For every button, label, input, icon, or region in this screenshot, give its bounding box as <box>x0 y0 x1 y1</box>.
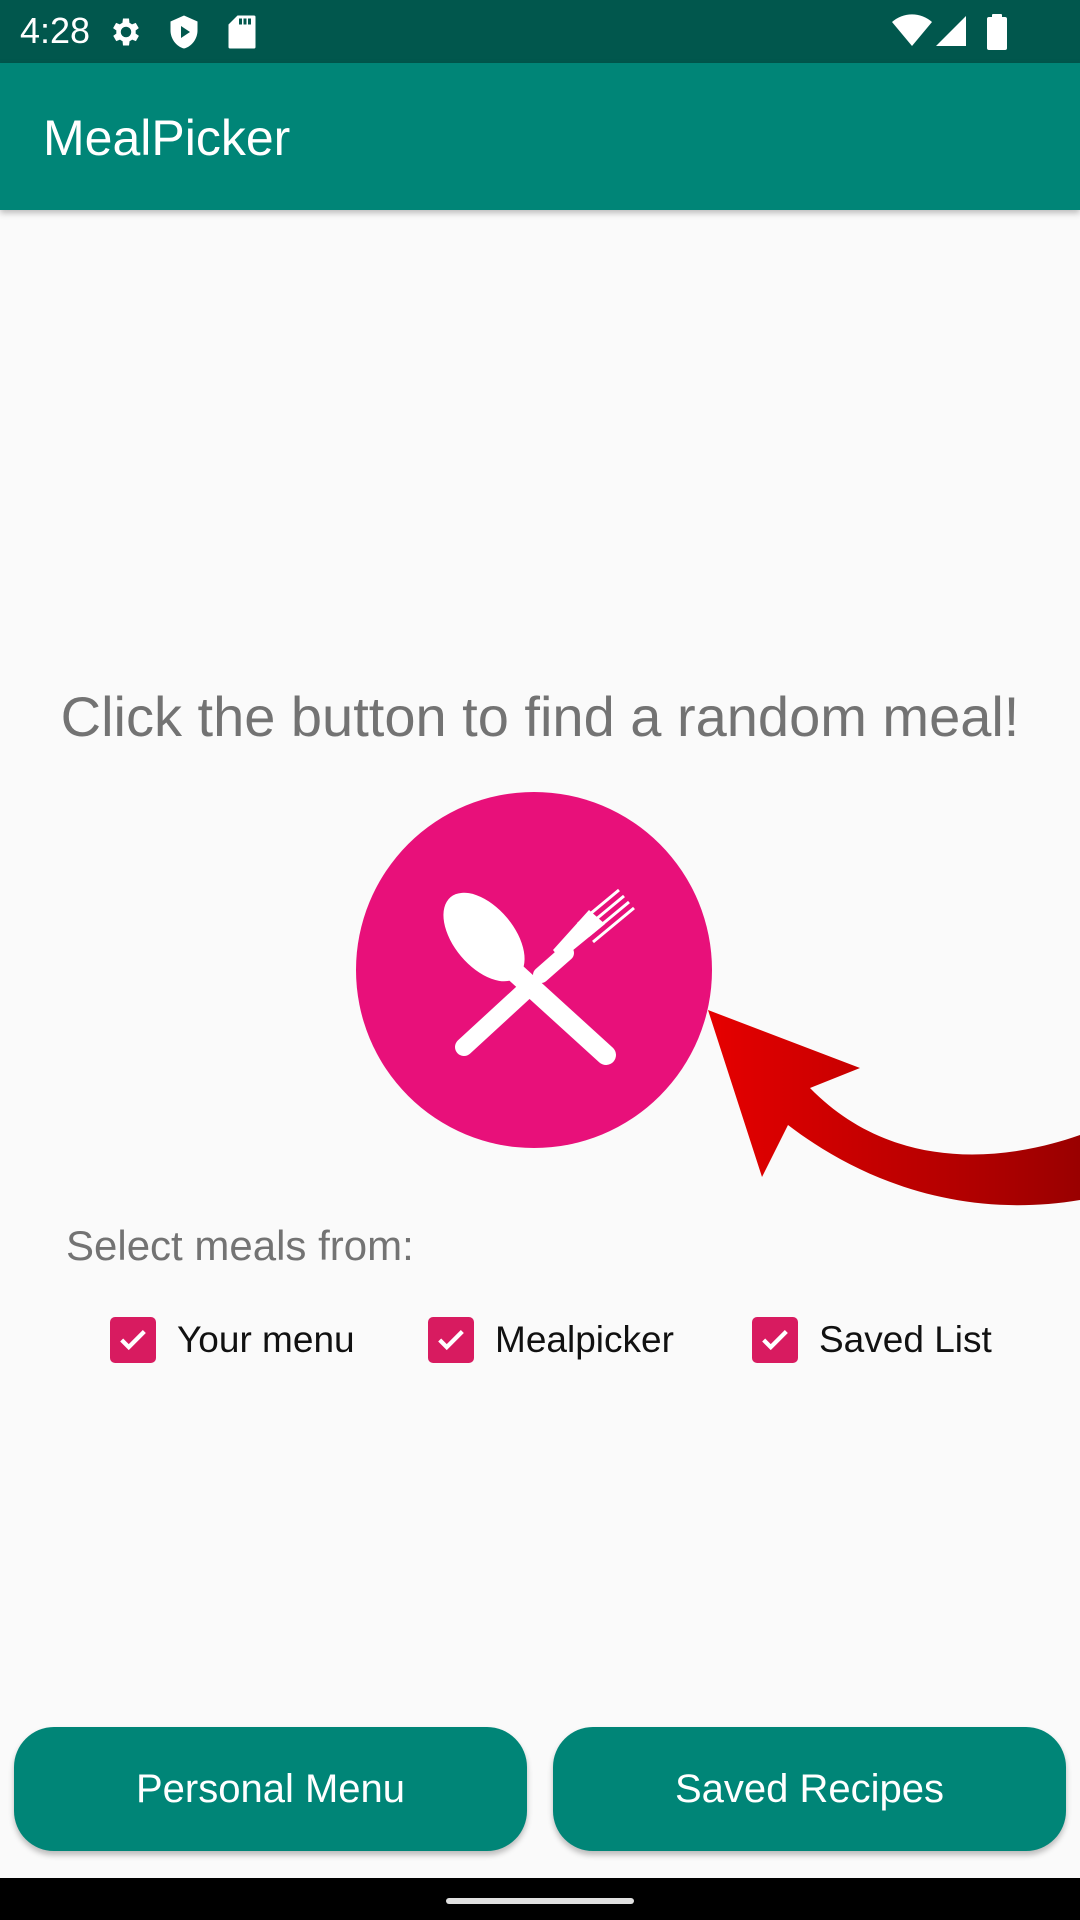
checkbox-label: Saved List <box>819 1319 992 1360</box>
signal-icon <box>936 16 966 46</box>
app-title: MealPicker <box>43 110 291 166</box>
checkbox-saved-list[interactable]: Saved List <box>752 1316 992 1364</box>
check-icon <box>438 1329 464 1351</box>
random-meal-button[interactable] <box>356 792 712 1148</box>
battery-icon <box>987 14 1007 50</box>
checkbox-checked[interactable] <box>752 1317 798 1363</box>
select-meals-label: Select meals from: <box>66 1222 414 1269</box>
checkbox-mealpicker[interactable]: Mealpicker <box>428 1316 674 1364</box>
check-icon <box>762 1329 788 1351</box>
checkbox-checked[interactable] <box>110 1317 156 1363</box>
shield-play-icon <box>170 15 198 49</box>
checkbox-label: Mealpicker <box>495 1319 674 1360</box>
checkbox-checked[interactable] <box>428 1317 474 1363</box>
sd-card-icon <box>228 15 256 49</box>
checkbox-label: Your menu <box>177 1319 355 1360</box>
personal-menu-button[interactable]: Personal Menu <box>14 1727 527 1851</box>
instruction-text: Click the button to find a random meal! <box>60 685 1020 748</box>
status-bar: 4:28 <box>0 0 1080 63</box>
app-bar: MealPicker <box>0 63 1080 210</box>
saved-recipes-button[interactable]: Saved Recipes <box>553 1727 1066 1851</box>
status-time: 4:28 <box>20 10 91 51</box>
checkbox-your-menu[interactable]: Your menu <box>110 1316 355 1364</box>
fork-spoon-icon <box>443 888 635 1065</box>
navigation-bar <box>0 1878 1080 1920</box>
arrow-pointer-icon <box>708 1010 1080 1206</box>
wifi-icon <box>892 14 932 46</box>
gear-icon <box>113 18 139 46</box>
check-icon <box>120 1329 146 1351</box>
home-gesture-handle[interactable] <box>446 1898 634 1904</box>
